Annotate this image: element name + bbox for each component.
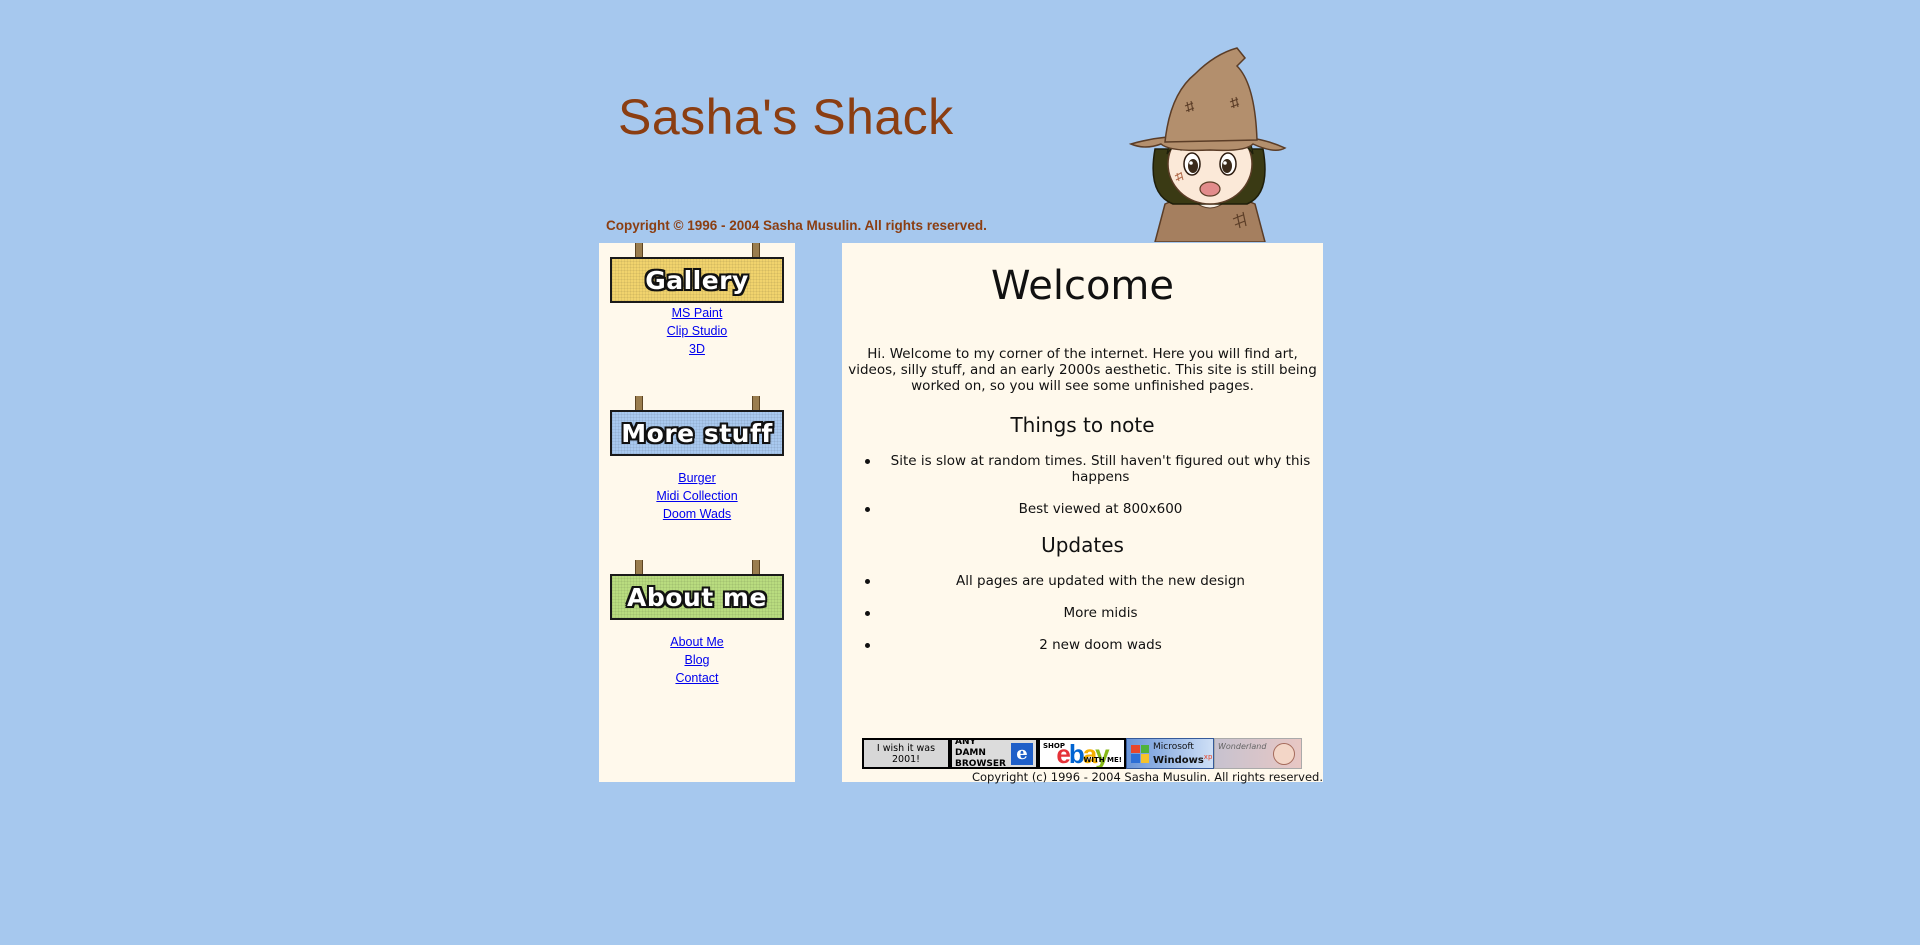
list-item: Clip Studio <box>599 321 795 339</box>
link-clip-studio[interactable]: Clip Studio <box>667 324 727 338</box>
more-stuff-links: Burger Midi Collection Doom Wads <box>599 468 795 522</box>
list-item: Doom Wads <box>599 504 795 522</box>
list-item: MS Paint <box>599 303 795 321</box>
welcome-heading: Welcome <box>991 263 1174 309</box>
more-stuff-heading: More stuff <box>610 410 784 456</box>
site-title: Sasha's Shack <box>618 89 954 145</box>
list-item: All pages are updated with the new desig… <box>842 573 1323 589</box>
list-item: Contact <box>599 668 795 686</box>
windows-name: Windows <box>1153 754 1204 766</box>
sidebar-section-more-stuff: More stuff Burger Midi Collection Doom W… <box>599 396 795 522</box>
list-item: Blog <box>599 650 795 668</box>
windows-suffix: xp <box>1203 752 1213 761</box>
mascot-image <box>1128 47 1287 242</box>
list-item: Best viewed at 800x600 <box>842 501 1323 517</box>
list-item: 3D <box>599 339 795 357</box>
updates-list: All pages are updated with the new desig… <box>842 573 1323 669</box>
things-to-note-heading: Things to note <box>1010 413 1155 437</box>
ebay-badge[interactable]: SHOP ebay WITH ME! <box>1038 738 1126 769</box>
intro-paragraph: Hi. Welcome to my corner of the internet… <box>848 346 1317 394</box>
sidebar-section-about-me: About me About Me Blog Contact <box>599 560 795 686</box>
footer-copyright: Copyright (c) 1996 - 2004 Sasha Musulin.… <box>971 770 1323 784</box>
internet-explorer-icon: e <box>1011 742 1033 765</box>
list-item: Burger <box>599 468 795 486</box>
about-me-sign: About me <box>610 560 784 620</box>
sidebar: Gallery MS Paint Clip Studio 3D More stu… <box>599 243 795 782</box>
about-me-links: About Me Blog Contact <box>599 632 795 686</box>
link-ms-paint[interactable]: MS Paint <box>672 306 723 320</box>
ebay-badge-bottom: WITH ME! <box>1083 756 1122 764</box>
badge-row: I wish it was 2001! ANY DAMN BROWSER e S… <box>862 738 1302 769</box>
link-3d[interactable]: 3D <box>689 342 705 356</box>
ebay-badge-top: SHOP <box>1043 742 1065 750</box>
list-item: More midis <box>842 605 1323 621</box>
gallery-links: MS Paint Clip Studio 3D <box>599 303 795 357</box>
gallery-heading-label: Gallery <box>645 265 749 295</box>
link-about-me[interactable]: About Me <box>670 635 724 649</box>
wish-2001-badge[interactable]: I wish it was 2001! <box>862 738 950 769</box>
page: Sasha's Shack Copyright © 1996 - 2004 Sa… <box>0 0 1920 945</box>
windows-badge-text: Microsoft Windowsxp <box>1153 742 1212 766</box>
header-copyright: Copyright © 1996 - 2004 Sasha Musulin. A… <box>606 218 987 233</box>
notes-list: Site is slow at random times. Still have… <box>842 453 1323 533</box>
gallery-heading: Gallery <box>610 257 784 303</box>
link-doom-wads[interactable]: Doom Wads <box>663 507 731 521</box>
wish-badge-text: I wish it was 2001! <box>876 742 936 765</box>
list-item: Midi Collection <box>599 486 795 504</box>
wonderland-badge[interactable]: Wonderland <box>1214 738 1302 769</box>
windows-flag-icon <box>1131 744 1149 763</box>
list-item: About Me <box>599 632 795 650</box>
main-content: Welcome Hi. Welcome to my corner of the … <box>842 243 1323 784</box>
any-browser-badge[interactable]: ANY DAMN BROWSER e <box>950 738 1038 769</box>
wonderland-badge-text: Wonderland <box>1218 742 1267 751</box>
link-contact[interactable]: Contact <box>675 671 718 685</box>
character-face-icon <box>1273 742 1295 765</box>
updates-heading: Updates <box>1041 533 1124 557</box>
browser-badge-text: ANY DAMN BROWSER <box>955 738 1006 769</box>
windows-brand: Microsoft <box>1153 741 1194 752</box>
sidebar-section-gallery: Gallery MS Paint Clip Studio 3D <box>599 243 795 357</box>
gallery-sign: Gallery <box>610 243 784 303</box>
about-me-heading: About me <box>610 574 784 620</box>
list-item: Site is slow at random times. Still have… <box>842 453 1323 485</box>
list-item: 2 new doom wads <box>842 637 1323 653</box>
link-burger[interactable]: Burger <box>678 471 716 485</box>
link-blog[interactable]: Blog <box>684 653 709 667</box>
more-stuff-heading-label: More stuff <box>621 418 773 448</box>
more-stuff-sign: More stuff <box>610 396 784 456</box>
about-me-heading-label: About me <box>627 582 767 612</box>
windows-xp-badge[interactable]: Microsoft Windowsxp <box>1126 738 1214 769</box>
link-midi-collection[interactable]: Midi Collection <box>656 489 737 503</box>
